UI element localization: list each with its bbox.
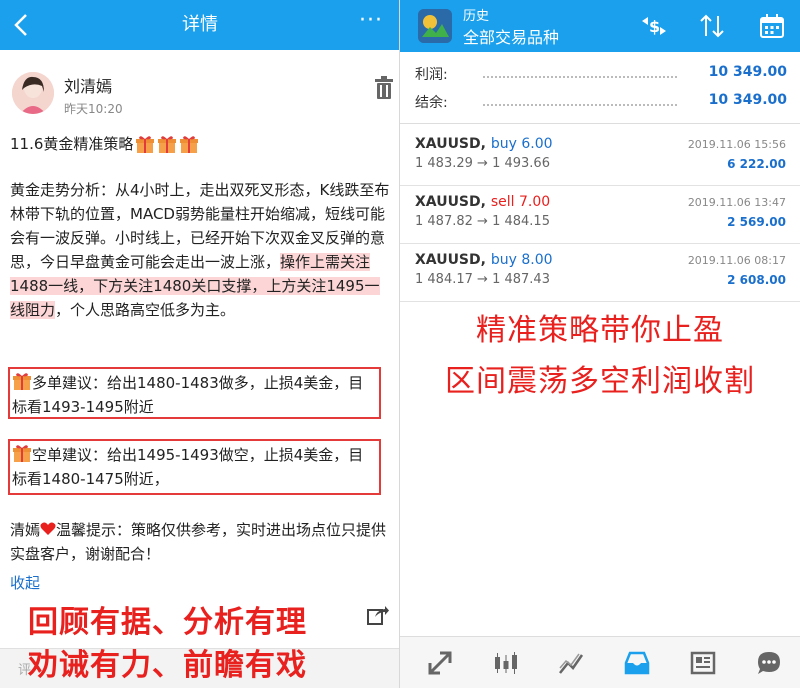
open-price: 1 483.29 bbox=[415, 156, 473, 171]
trade-profit: 2 569.00 bbox=[727, 215, 786, 229]
history-tab-icon[interactable] bbox=[623, 649, 651, 677]
trade-row[interactable]: XAUUSD, buy 8.00 1 484.17 → 1 487.43 201… bbox=[400, 244, 800, 302]
promo-left-line2: 劝诫有力、前瞻有戏 bbox=[28, 648, 307, 683]
symbol-text: XAUUSD, bbox=[415, 194, 486, 210]
tip-text: 清嫣 温馨提示：策略仅供参考，实时进出场点位只提供实盘客户，谢谢配合！ bbox=[10, 518, 390, 566]
news-tab-icon[interactable] bbox=[689, 649, 717, 677]
trade-history-panel: 历史 全部交易品种 $ 利润: 10 349.00 结余: 10 349.00 … bbox=[400, 0, 800, 688]
quotes-tab-icon[interactable] bbox=[426, 649, 454, 677]
lots-text: 8.00 bbox=[521, 252, 553, 268]
trade-side: buy 6.00 bbox=[491, 136, 553, 152]
open-price: 1 484.17 bbox=[415, 272, 473, 287]
app-logo-icon bbox=[418, 9, 452, 43]
trade-side: buy 8.00 bbox=[491, 252, 553, 268]
lots-text: 7.00 bbox=[518, 194, 551, 210]
post-detail-panel: 详情 ··· 刘清嫣 昨天10:20 11.6黄金精准策略 黄金走势分析：从4小… bbox=[0, 0, 400, 688]
balance-value: 10 349.00 bbox=[708, 92, 787, 108]
detail-title: 详情 bbox=[182, 14, 218, 35]
more-options-icon[interactable]: ··· bbox=[356, 10, 386, 40]
trade-symbol: XAUUSD, sell 7.00 bbox=[415, 194, 550, 210]
arrow-icon: → bbox=[477, 156, 488, 171]
side-text: buy bbox=[490, 252, 517, 268]
sort-icon[interactable] bbox=[698, 12, 726, 40]
history-title-small: 历史 bbox=[463, 9, 490, 24]
profit-label: 利润: bbox=[415, 67, 448, 83]
svg-text:$: $ bbox=[649, 17, 660, 36]
trash-icon[interactable] bbox=[373, 76, 395, 100]
account-summary: 利润: 10 349.00 结余: 10 349.00 bbox=[400, 52, 800, 124]
promo-right-line2: 区间震荡多空利润收割 bbox=[445, 364, 755, 399]
arrow-icon: → bbox=[477, 214, 488, 229]
post-time: 昨天10:20 bbox=[64, 102, 123, 116]
short-advice-text: 空单建议：给出1495-1493做空，止损4美金，目标看1480-1475附近， bbox=[12, 446, 364, 488]
close-price: 1 487.43 bbox=[492, 272, 550, 287]
side-text: buy bbox=[490, 136, 517, 152]
balance-row: 结余: 10 349.00 bbox=[415, 92, 787, 116]
gift-icon bbox=[136, 135, 155, 153]
promo-right-line1: 精准策略带你止盈 bbox=[476, 313, 724, 348]
arrow-icon: → bbox=[477, 272, 488, 287]
short-advice-box: 空单建议：给出1495-1493做空，止损4美金，目标看1480-1475附近， bbox=[8, 439, 381, 495]
profit-row: 利润: 10 349.00 bbox=[415, 64, 787, 88]
heart-icon bbox=[40, 522, 56, 535]
trade-date: 2019.11.06 13:47 bbox=[687, 196, 786, 209]
promo-left-line1: 回顾有据、分析有理 bbox=[28, 605, 307, 640]
post-title: 11.6黄金精准策略 bbox=[10, 133, 199, 154]
profit-value: 10 349.00 bbox=[708, 64, 787, 80]
trade-date: 2019.11.06 15:56 bbox=[687, 138, 786, 151]
currency-swap-icon[interactable]: $ bbox=[640, 12, 668, 40]
chart-tab-icon[interactable] bbox=[492, 649, 520, 677]
symbol-filter[interactable]: 全部交易品种 bbox=[463, 24, 559, 48]
trade-profit: 6 222.00 bbox=[727, 157, 786, 171]
gift-icon bbox=[180, 135, 199, 153]
tip-body: 温馨提示：策略仅供参考，实时进出场点位只提供实盘客户，谢谢配合！ bbox=[10, 521, 387, 563]
trade-row[interactable]: XAUUSD, sell 7.00 1 487.82 → 1 484.15 20… bbox=[400, 186, 800, 244]
analysis-text: 黄金走势分析：从4小时上，走出双死叉形态，K线跌至布林带下轨的位置，MACD弱势… bbox=[10, 178, 390, 322]
trade-symbol: XAUUSD, buy 8.00 bbox=[415, 252, 553, 268]
bottom-tab-bar bbox=[400, 636, 800, 688]
history-header: 历史 全部交易品种 $ bbox=[400, 0, 800, 52]
long-advice-text: 多单建议：给出1480-1483做多，止损4美金，目标看1493-1495附近 bbox=[12, 374, 364, 416]
author-name[interactable]: 刘清嫣 bbox=[64, 73, 112, 97]
trade-symbol: XAUUSD, buy 6.00 bbox=[415, 136, 553, 152]
open-price: 1 487.82 bbox=[415, 214, 473, 229]
avatar[interactable] bbox=[12, 72, 54, 114]
dotted-leader bbox=[483, 76, 677, 78]
back-arrow-icon[interactable] bbox=[8, 10, 38, 40]
close-price: 1 493.66 bbox=[492, 156, 550, 171]
balance-label: 结余: bbox=[415, 95, 448, 111]
post-title-text: 11.6黄金精准策略 bbox=[10, 135, 134, 153]
gift-icon bbox=[13, 445, 31, 462]
trade-side: sell 7.00 bbox=[491, 194, 550, 210]
long-advice-box: 多单建议：给出1480-1483做多，止损4美金，目标看1493-1495附近 bbox=[8, 367, 381, 419]
symbol-text: XAUUSD, bbox=[415, 136, 486, 152]
gift-icon bbox=[13, 373, 31, 390]
trade-prices: 1 483.29 → 1 493.66 bbox=[415, 156, 550, 171]
gift-icon bbox=[158, 135, 177, 153]
lots-text: 6.00 bbox=[521, 136, 553, 152]
trade-prices: 1 487.82 → 1 484.15 bbox=[415, 214, 550, 229]
trade-date: 2019.11.06 08:17 bbox=[687, 254, 786, 267]
dotted-leader bbox=[483, 104, 677, 106]
tip-name: 清嫣 bbox=[10, 521, 41, 539]
trade-profit: 2 608.00 bbox=[727, 273, 786, 287]
trade-prices: 1 484.17 → 1 487.43 bbox=[415, 272, 550, 287]
trade-tab-icon[interactable] bbox=[557, 649, 585, 677]
trade-row[interactable]: XAUUSD, buy 6.00 1 483.29 → 1 493.66 201… bbox=[400, 128, 800, 186]
collapse-link[interactable]: 收起 bbox=[10, 572, 40, 593]
calendar-icon[interactable] bbox=[758, 12, 786, 40]
side-text: sell bbox=[490, 194, 515, 210]
screenshot-root: 详情 ··· 刘清嫣 昨天10:20 11.6黄金精准策略 黄金走势分析：从4小… bbox=[0, 0, 800, 688]
chat-tab-icon[interactable] bbox=[755, 649, 783, 677]
close-price: 1 484.15 bbox=[492, 214, 550, 229]
detail-header: 详情 ··· bbox=[0, 0, 399, 50]
symbol-text: XAUUSD, bbox=[415, 252, 486, 268]
analysis-tail: ，个人思路高空低多为主。 bbox=[55, 301, 236, 319]
